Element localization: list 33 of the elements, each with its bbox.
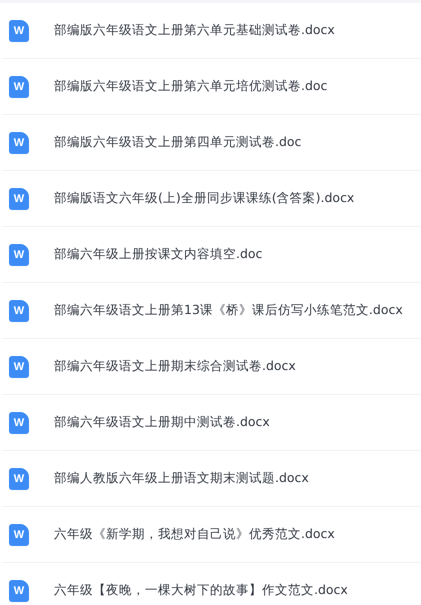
file-item[interactable]: W 六年级【夜晚，一棵大树下的故事】作文范文.docx <box>2 563 421 605</box>
file-item[interactable]: W 部编六年级语文上册第13课《桥》课后仿写小练笔范文.docx <box>2 283 421 339</box>
file-name: 六年级《新学期，我想对自己说》优秀范文.docx <box>54 526 335 543</box>
word-document-icon: W <box>9 244 29 266</box>
file-item[interactable]: W 部编六年级语文上册期末综合测试卷.docx <box>2 339 421 395</box>
file-item[interactable]: W 部编人教版六年级上册语文期末测试题.docx <box>2 451 421 507</box>
word-document-icon: W <box>9 76 29 98</box>
file-name: 部编六年级语文上册期末综合测试卷.docx <box>54 358 296 375</box>
word-document-icon: W <box>9 580 29 602</box>
file-name: 部编版语文六年级(上)全册同步课课练(含答案).docx <box>54 190 354 207</box>
file-item[interactable]: W 部编版六年级语文上册第四单元测试卷.doc <box>2 115 421 171</box>
file-item[interactable]: W 部编六年级语文上册期中测试卷.docx <box>2 395 421 451</box>
word-document-icon: W <box>9 356 29 378</box>
file-item[interactable]: W 部编版语文六年级(上)全册同步课课练(含答案).docx <box>2 171 421 227</box>
word-document-icon: W <box>9 300 29 322</box>
file-name: 部编版六年级语文上册第六单元基础测试卷.docx <box>54 22 335 39</box>
word-document-icon: W <box>9 188 29 210</box>
file-item[interactable]: W 部编六年级上册按课文内容填空.doc <box>2 227 421 283</box>
word-document-icon: W <box>9 468 29 490</box>
file-name: 部编版六年级语文上册第四单元测试卷.doc <box>54 134 302 151</box>
word-document-icon: W <box>9 412 29 434</box>
file-name: 部编六年级语文上册第13课《桥》课后仿写小练笔范文.docx <box>54 302 403 319</box>
file-item[interactable]: W 六年级《新学期，我想对自己说》优秀范文.docx <box>2 507 421 563</box>
file-name: 六年级【夜晚，一棵大树下的故事】作文范文.docx <box>54 582 348 599</box>
word-document-icon: W <box>9 20 29 42</box>
file-name: 部编六年级语文上册期中测试卷.docx <box>54 414 270 431</box>
file-name: 部编版六年级语文上册第六单元培优测试卷.doc <box>54 78 328 95</box>
word-document-icon: W <box>9 524 29 546</box>
file-item[interactable]: W 部编版六年级语文上册第六单元基础测试卷.docx <box>2 3 421 59</box>
file-item[interactable]: W 部编版六年级语文上册第六单元培优测试卷.doc <box>2 59 421 115</box>
file-name: 部编人教版六年级上册语文期末测试题.docx <box>54 470 309 487</box>
word-document-icon: W <box>9 132 29 154</box>
file-name: 部编六年级上册按课文内容填空.doc <box>54 246 262 263</box>
